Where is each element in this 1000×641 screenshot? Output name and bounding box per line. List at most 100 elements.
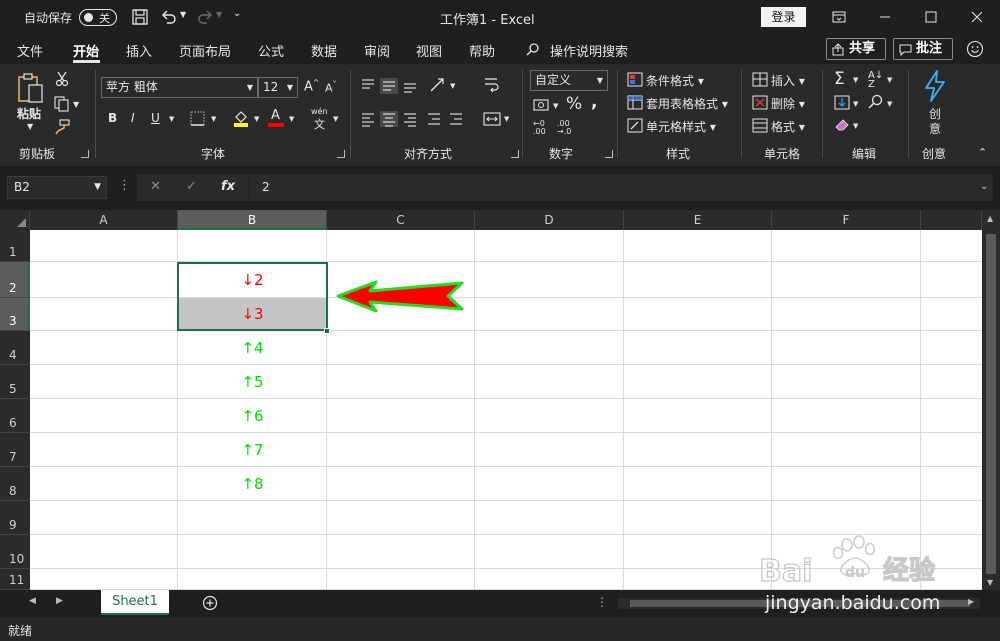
row-header-3[interactable]: 3 xyxy=(0,298,30,331)
format-cells-icon[interactable] xyxy=(752,118,768,133)
enter-entry-icon[interactable]: ✓ xyxy=(186,179,197,194)
insert-cells-button[interactable]: 插入 ▾ xyxy=(771,72,805,89)
cell-styles-icon[interactable] xyxy=(627,118,643,133)
find-dropdown-icon[interactable]: ▼ xyxy=(887,100,892,108)
vertical-scroll-thumb[interactable] xyxy=(986,234,996,574)
undo-dropdown-icon[interactable]: ▼ xyxy=(180,10,186,19)
row-header-9[interactable]: 9 xyxy=(0,501,30,535)
cell-styles-button[interactable]: 单元格样式 ▾ xyxy=(646,118,716,135)
tab-page-layout[interactable]: 页面布局 xyxy=(179,41,231,60)
grow-font-button[interactable]: A^ xyxy=(304,78,320,94)
tab-help[interactable]: 帮助 xyxy=(469,41,495,60)
copy-icon[interactable] xyxy=(54,96,70,112)
tab-view[interactable]: 视图 xyxy=(416,41,442,60)
add-sheet-icon[interactable] xyxy=(202,595,218,611)
font-color-dropdown-icon[interactable]: ▼ xyxy=(289,115,294,123)
row-header-8[interactable]: 8 xyxy=(0,467,30,501)
cell-b4[interactable]: ↑4 xyxy=(178,331,327,365)
fill-color-dropdown-icon[interactable]: ▼ xyxy=(254,115,259,123)
phonetic-dropdown-icon[interactable]: ▼ xyxy=(333,115,338,123)
shrink-font-button[interactable]: A˅ xyxy=(325,80,337,95)
undo-icon[interactable] xyxy=(160,8,178,26)
conditional-formatting-button[interactable]: 条件格式 ▾ xyxy=(646,72,704,89)
copy-dropdown-icon[interactable]: ▼ xyxy=(73,100,79,109)
cell-b7[interactable]: ↑7 xyxy=(178,433,327,467)
font-name-combo[interactable]: 苹方 粗体 ▼ xyxy=(101,77,258,98)
find-select-icon[interactable] xyxy=(868,94,884,110)
comments-button[interactable]: 批注 xyxy=(893,38,953,60)
clear-dropdown-icon[interactable]: ▼ xyxy=(853,122,858,130)
autosum-icon[interactable]: Σ xyxy=(834,69,845,89)
format-as-table-icon[interactable] xyxy=(627,95,643,110)
feedback-smiley-icon[interactable] xyxy=(966,40,984,58)
borders-dropdown-icon[interactable]: ▼ xyxy=(211,115,216,123)
tab-review[interactable]: 审阅 xyxy=(364,41,390,60)
delete-cells-button[interactable]: 删除 ▾ xyxy=(771,95,805,112)
conditional-formatting-icon[interactable] xyxy=(627,72,643,87)
cell-b2[interactable]: ↓2 xyxy=(178,262,327,298)
row-header-1[interactable]: 1 xyxy=(0,230,30,262)
formula-bar-options-icon[interactable]: ⋮ xyxy=(118,178,131,193)
insert-function-icon[interactable]: fx xyxy=(221,179,235,194)
next-sheet-icon[interactable]: ▶ xyxy=(56,596,63,606)
bold-button[interactable]: B xyxy=(108,111,117,125)
italic-button[interactable]: I xyxy=(131,111,135,125)
row-header-6[interactable]: 6 xyxy=(0,399,30,433)
clipboard-dialog-launcher[interactable] xyxy=(81,150,89,158)
orientation-icon[interactable] xyxy=(428,76,450,94)
column-header-f[interactable]: F xyxy=(772,210,921,230)
font-size-combo[interactable]: 12 ▼ xyxy=(258,77,298,98)
number-dialog-launcher[interactable] xyxy=(605,150,613,158)
phonetic-button[interactable]: wén 文 xyxy=(311,107,333,131)
ribbon-display-icon[interactable] xyxy=(828,6,850,28)
collapse-ribbon-icon[interactable]: ⌃ xyxy=(978,146,987,159)
tab-insert[interactable]: 插入 xyxy=(126,41,152,60)
underline-button[interactable]: U xyxy=(151,111,160,125)
orientation-dropdown-icon[interactable]: ▼ xyxy=(450,82,455,90)
lightning-icon[interactable] xyxy=(922,70,948,102)
decrease-decimal-icon[interactable]: .00 →.0 xyxy=(557,120,571,136)
tab-data[interactable]: 数据 xyxy=(311,41,337,60)
merge-dropdown-icon[interactable]: ▼ xyxy=(504,115,509,123)
row-header-7[interactable]: 7 xyxy=(0,433,30,467)
cell-b8[interactable]: ↑8 xyxy=(178,467,327,501)
minimize-icon[interactable] xyxy=(874,6,896,28)
paste-label[interactable]: 粘贴 xyxy=(17,105,41,122)
format-painter-icon[interactable] xyxy=(54,119,70,135)
row-header-4[interactable]: 4 xyxy=(0,331,30,365)
name-box[interactable]: B2 ▼ xyxy=(7,176,107,199)
fill-color-icon[interactable] xyxy=(233,109,249,127)
sheet-tab-sheet1[interactable]: Sheet1 xyxy=(101,590,169,615)
cell-b3[interactable]: ↓3 xyxy=(178,298,327,331)
paste-dropdown-icon[interactable]: ▼ xyxy=(27,122,33,131)
cancel-entry-icon[interactable]: ✕ xyxy=(150,179,161,194)
maximize-icon[interactable] xyxy=(920,6,942,28)
select-all-corner[interactable] xyxy=(0,210,30,230)
delete-cells-icon[interactable] xyxy=(752,95,768,110)
vertical-scrollbar[interactable]: ▲ ▼ xyxy=(982,210,1000,590)
customize-qat-icon[interactable]: ⌄ xyxy=(233,8,241,19)
autosave-toggle[interactable]: 关 xyxy=(79,9,117,26)
format-as-table-button[interactable]: 套用表格格式 ▾ xyxy=(646,95,728,112)
tab-file[interactable]: 文件 xyxy=(17,41,43,60)
horizontal-scroll-thumb[interactable] xyxy=(630,600,970,607)
column-header-b[interactable]: B xyxy=(178,210,327,230)
row-header-5[interactable]: 5 xyxy=(0,365,30,399)
alignment-dialog-launcher[interactable] xyxy=(511,150,519,158)
wrap-text-icon[interactable] xyxy=(483,76,501,94)
formula-input[interactable]: 2 xyxy=(250,174,993,201)
cut-icon[interactable] xyxy=(55,71,69,87)
paste-icon[interactable] xyxy=(16,72,46,106)
tab-split-handle-icon[interactable]: ⋮ xyxy=(596,595,608,609)
borders-icon[interactable] xyxy=(190,111,205,126)
prev-sheet-icon[interactable]: ◀ xyxy=(29,596,36,606)
close-icon[interactable] xyxy=(966,6,988,28)
expand-formula-bar-icon[interactable]: ⌄ xyxy=(980,181,988,192)
tab-formulas[interactable]: 公式 xyxy=(258,41,284,60)
format-cells-button[interactable]: 格式 ▾ xyxy=(771,118,805,135)
row-header-11[interactable]: 11 xyxy=(0,569,30,590)
horizontal-align-icons[interactable] xyxy=(360,111,470,127)
login-button[interactable]: 登录 xyxy=(761,7,806,27)
redo-dropdown-icon[interactable]: ▼ xyxy=(216,10,222,19)
tab-home[interactable]: 开始 xyxy=(73,41,99,60)
